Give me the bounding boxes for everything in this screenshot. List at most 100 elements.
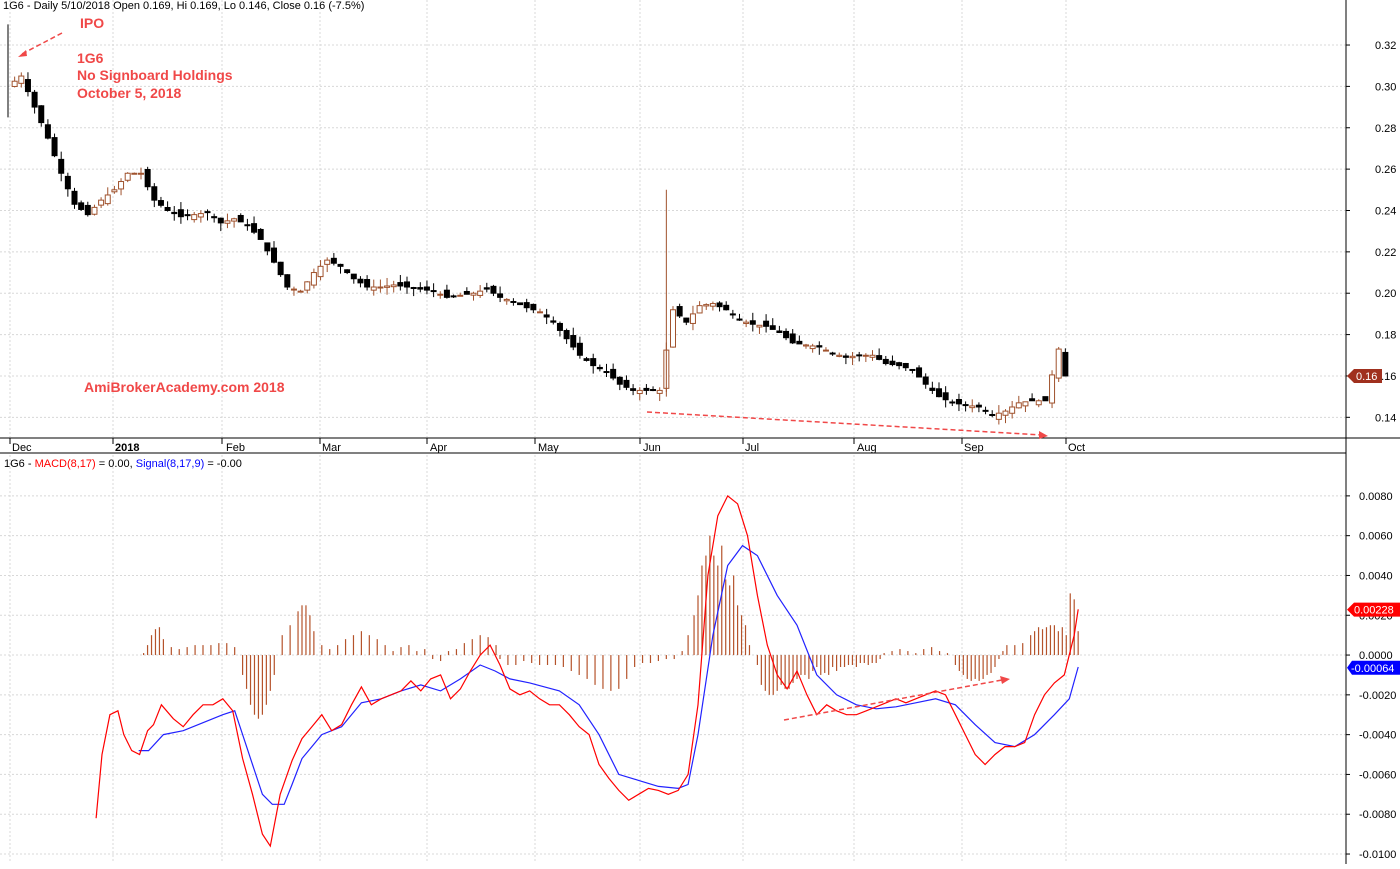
candle-body bbox=[18, 75, 25, 84]
candle-body bbox=[124, 172, 131, 181]
candle-body bbox=[11, 80, 18, 87]
candle-body bbox=[410, 287, 417, 290]
price-ytick-label: 0.30 bbox=[1375, 81, 1396, 93]
candle-body bbox=[350, 273, 357, 280]
candle-body bbox=[756, 324, 763, 328]
candle-body bbox=[936, 388, 942, 398]
candle-body bbox=[78, 202, 85, 210]
candle-body bbox=[1055, 348, 1062, 379]
price-badge-label: 0.16 bbox=[1356, 371, 1377, 383]
macd-ytick-label: -0.0040 bbox=[1359, 730, 1396, 742]
candle-body bbox=[650, 389, 657, 392]
candle-body bbox=[450, 295, 457, 298]
candle-body bbox=[24, 79, 31, 93]
candle-body bbox=[763, 320, 770, 327]
candle-body bbox=[104, 194, 111, 205]
candle-body bbox=[716, 302, 723, 308]
watermark: AmiBrokerAcademy.com 2018 bbox=[84, 379, 285, 395]
candle-body bbox=[616, 376, 623, 385]
price-trend-arrow bbox=[646, 411, 1043, 436]
candle-body bbox=[1049, 374, 1056, 404]
candle-body bbox=[982, 409, 989, 412]
candle-body bbox=[909, 368, 916, 371]
candle-body bbox=[503, 298, 510, 302]
candle-body bbox=[856, 354, 863, 357]
candle-body bbox=[703, 304, 710, 307]
candle-body bbox=[217, 217, 224, 224]
candle-body bbox=[1035, 400, 1042, 406]
candle-body bbox=[822, 349, 829, 352]
candle-body bbox=[949, 401, 956, 404]
candle-body bbox=[317, 265, 324, 278]
candle-body bbox=[656, 389, 663, 394]
candle-body bbox=[889, 360, 896, 366]
candle-body bbox=[151, 186, 158, 201]
macd-trend-arrowhead bbox=[1000, 676, 1010, 684]
candle-body bbox=[1022, 401, 1029, 407]
x-tick-label: Mar bbox=[322, 442, 341, 454]
candle-body bbox=[676, 306, 683, 317]
price-ytick-label: 0.20 bbox=[1375, 288, 1396, 300]
ipo-arrow bbox=[19, 32, 63, 56]
candle-body bbox=[537, 311, 543, 314]
candle-body bbox=[58, 158, 65, 174]
candle-body bbox=[523, 302, 530, 309]
price-ytick-label: 0.32 bbox=[1375, 40, 1396, 52]
candle-body bbox=[1002, 410, 1009, 416]
price-ytick-label: 0.26 bbox=[1375, 164, 1396, 176]
candle-body bbox=[862, 354, 869, 357]
candle-body bbox=[184, 214, 191, 217]
candle-body bbox=[490, 285, 497, 294]
candle-body bbox=[84, 204, 91, 216]
candle-body bbox=[71, 190, 78, 205]
candle-body bbox=[902, 362, 909, 369]
candle-body bbox=[237, 214, 244, 223]
macd-badge-label: 0.00228 bbox=[1354, 605, 1394, 617]
macd-ytick-label: 0.0000 bbox=[1359, 650, 1393, 662]
price-ytick-label: 0.18 bbox=[1375, 330, 1396, 342]
candle-body bbox=[989, 414, 996, 417]
candle-body bbox=[211, 216, 218, 219]
candle-body bbox=[164, 206, 171, 211]
macd-ytick-label: -0.0060 bbox=[1359, 769, 1396, 781]
x-tick-label: Dec bbox=[12, 442, 32, 454]
candle-body bbox=[610, 368, 617, 379]
candle-body bbox=[769, 325, 776, 330]
candle-body bbox=[364, 279, 371, 288]
candle-body bbox=[1062, 351, 1069, 377]
candle-body bbox=[696, 305, 703, 314]
candle-body bbox=[44, 124, 51, 139]
candle-body bbox=[829, 352, 836, 355]
candle-body bbox=[264, 242, 271, 252]
macd-ytick-label: 0.0080 bbox=[1359, 491, 1393, 503]
candle-body bbox=[803, 344, 809, 347]
candle-body bbox=[709, 303, 716, 307]
ticker-label: 1G6 bbox=[77, 50, 104, 66]
candle-body bbox=[430, 290, 437, 293]
candle-body bbox=[969, 405, 976, 409]
candle-body bbox=[683, 317, 690, 323]
x-tick-label: May bbox=[538, 442, 559, 454]
candle-body bbox=[922, 376, 929, 385]
candle-body bbox=[244, 224, 251, 227]
candle-body bbox=[470, 292, 477, 296]
x-tick-label: 2018 bbox=[115, 442, 139, 454]
candle-body bbox=[550, 320, 557, 323]
candle-body bbox=[510, 300, 517, 303]
candle-body bbox=[942, 392, 949, 401]
candle-body bbox=[816, 345, 823, 348]
candle-body bbox=[1029, 398, 1036, 402]
x-tick-label: Jul bbox=[745, 442, 759, 454]
chart-svg: 0.14 0.16 0.18 0.20 0.22 0.24 0.26 0.28 0.30 0.32… bbox=[0, 0, 1400, 864]
candle-body bbox=[357, 278, 364, 284]
candle-body bbox=[743, 321, 750, 325]
candle-body bbox=[623, 379, 630, 388]
candle-body bbox=[995, 412, 1002, 420]
candle-body bbox=[310, 272, 317, 286]
candle-body bbox=[689, 313, 696, 324]
candle-body bbox=[583, 358, 590, 361]
ipo-arrowhead bbox=[18, 50, 27, 57]
candle-body bbox=[836, 354, 843, 357]
candle-body bbox=[869, 354, 876, 358]
candle-body bbox=[423, 286, 430, 291]
